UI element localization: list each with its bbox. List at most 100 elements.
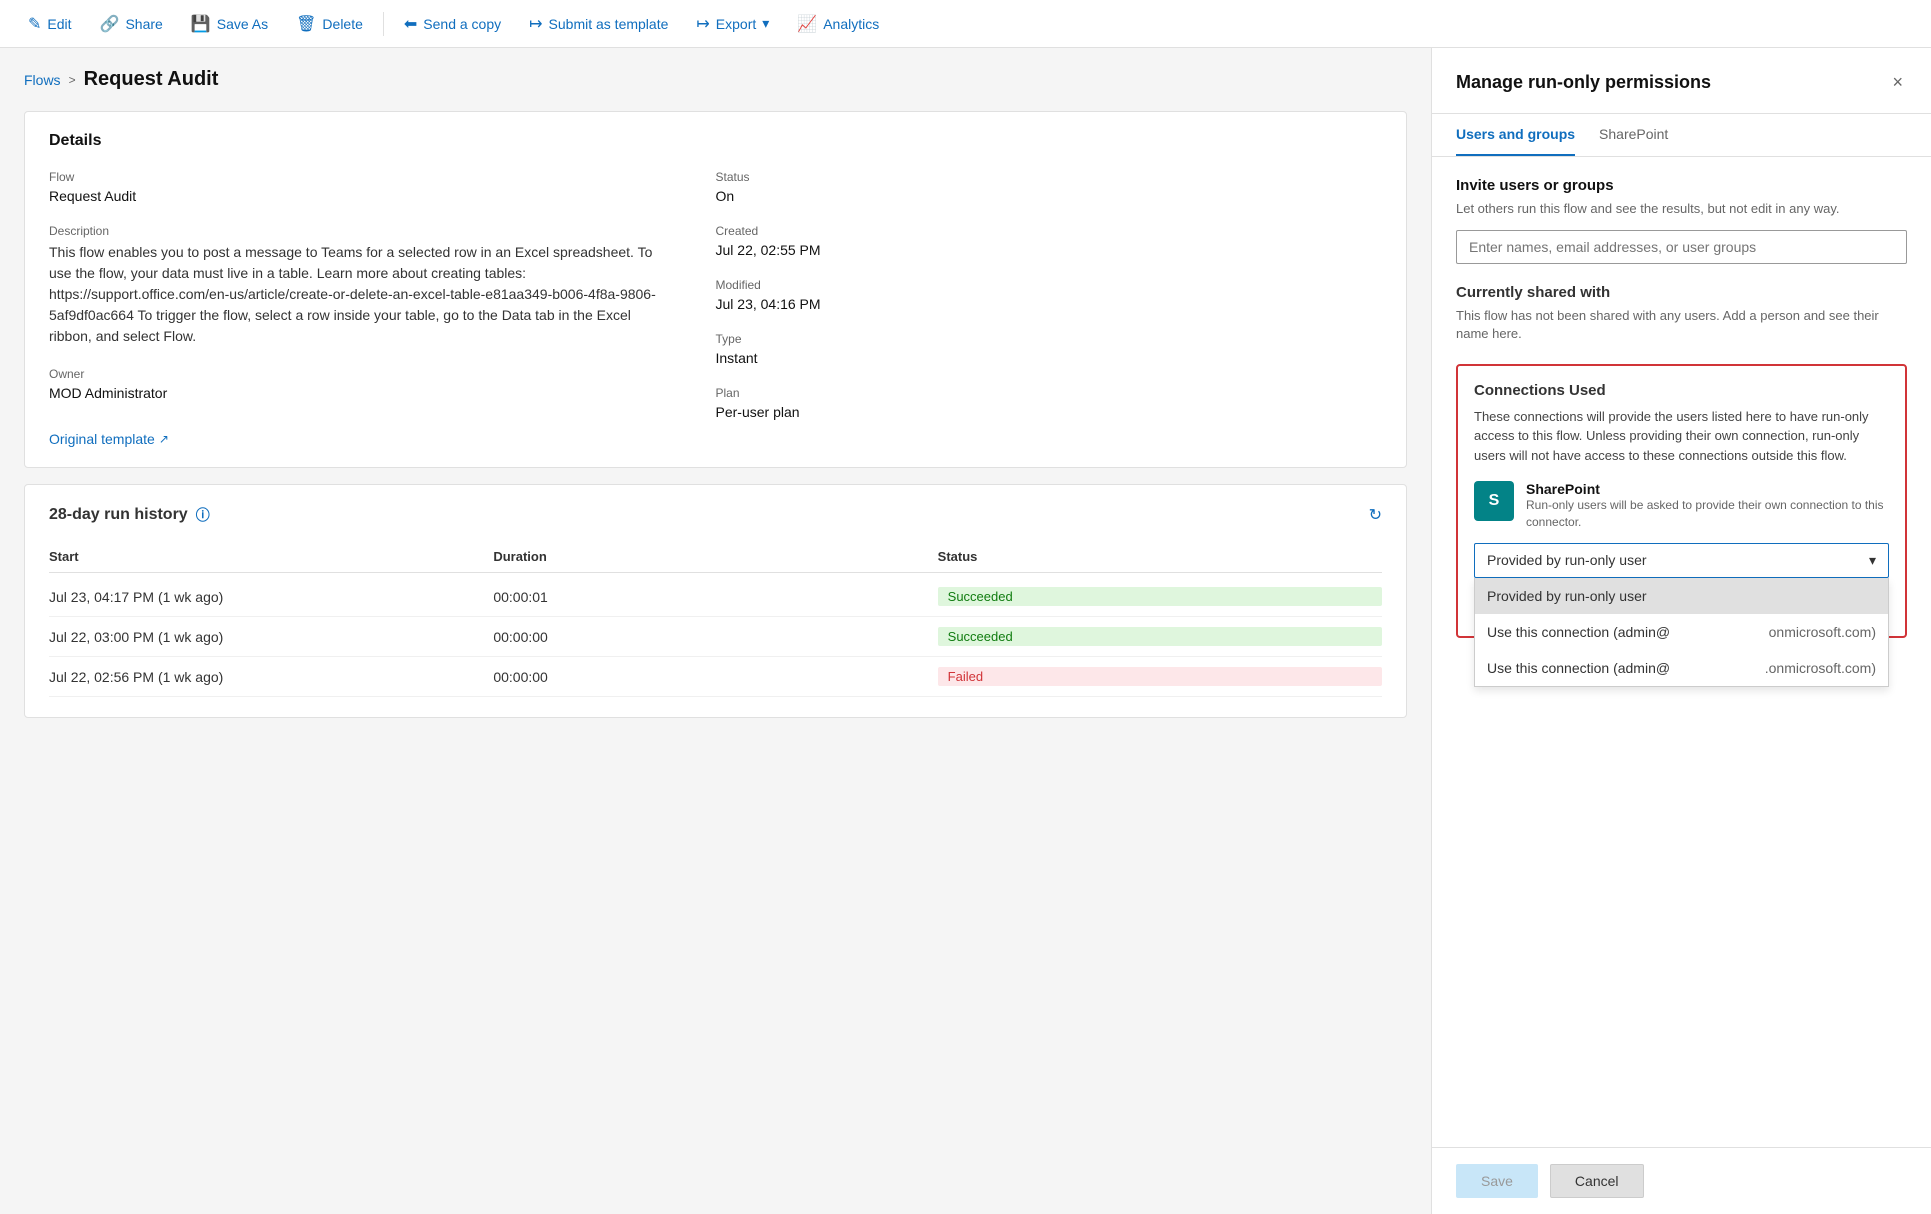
created-value: Jul 22, 02:55 PM (716, 242, 1383, 258)
modified-label: Modified (716, 278, 1383, 292)
share-icon: 🔗 (100, 14, 120, 34)
detail-created: Created Jul 22, 02:55 PM (716, 224, 1383, 258)
col-status: Status (938, 549, 1382, 564)
col-duration: Duration (493, 549, 937, 564)
row2-start: Jul 22, 03:00 PM (1 wk ago) (49, 629, 493, 645)
row1-duration: 00:00:01 (493, 589, 937, 605)
connections-desc: These connections will provide the users… (1474, 407, 1889, 466)
export-button[interactable]: ↦ Export ▾ (684, 6, 781, 42)
col-start: Start (49, 549, 493, 564)
table-row: Jul 22, 03:00 PM (1 wk ago) 00:00:00 Suc… (49, 617, 1382, 657)
run-history-title: 28-day run history ⓘ (49, 505, 210, 525)
details-right: Status On Created Jul 22, 02:55 PM Modif… (716, 170, 1383, 447)
sharepoint-desc: Run-only users will be asked to provide … (1526, 497, 1889, 531)
connections-title: Connections Used (1474, 382, 1889, 399)
breadcrumb-flows[interactable]: Flows (24, 72, 61, 88)
delete-icon: 🗑 (296, 14, 316, 34)
dropdown-option-1[interactable]: Provided by run-only user (1475, 578, 1888, 614)
panel-tabs: Users and groups SharePoint (1432, 114, 1931, 157)
close-button[interactable]: × (1888, 68, 1907, 97)
table-row: Jul 22, 02:56 PM (1 wk ago) 00:00:00 Fai… (49, 657, 1382, 697)
breadcrumb-current: Request Audit (84, 68, 219, 91)
save-button: Save (1456, 1164, 1538, 1198)
details-title: Details (49, 132, 1382, 150)
panel-footer: Save Cancel (1432, 1147, 1931, 1214)
send-copy-button[interactable]: ⬅ Send a copy (392, 6, 513, 42)
connection-info: SharePoint Run-only users will be asked … (1526, 481, 1889, 531)
delete-button[interactable]: 🗑 Delete (284, 6, 375, 42)
toolbar: ✎ Edit 🔗 Share 💾 Save As 🗑 Delete ⬅ Send… (0, 0, 1931, 48)
save-as-button[interactable]: 💾 Save As (179, 6, 280, 42)
send-copy-icon: ⬅ (404, 14, 417, 34)
type-value: Instant (716, 350, 1383, 366)
export-icon: ↦ (696, 14, 709, 34)
invite-title: Invite users or groups (1456, 177, 1907, 194)
flow-value: Request Audit (49, 188, 676, 204)
submit-template-icon: ↦ (529, 14, 542, 34)
chevron-down-icon: ▾ (1869, 552, 1876, 569)
connection-sharepoint: S SharePoint Run-only users will be aske… (1474, 481, 1889, 531)
run-history-card: 28-day run history ⓘ ↻ Start Duration St… (24, 484, 1407, 718)
type-label: Type (716, 332, 1383, 346)
created-label: Created (716, 224, 1383, 238)
detail-modified: Modified Jul 23, 04:16 PM (716, 278, 1383, 312)
separator-1 (383, 12, 384, 36)
details-left: Flow Request Audit Description This flow… (49, 170, 716, 447)
details-card: Details Flow Request Audit Description T… (24, 111, 1407, 468)
row3-duration: 00:00:00 (493, 669, 937, 685)
tab-sharepoint[interactable]: SharePoint (1599, 114, 1668, 156)
table-header: Start Duration Status (49, 541, 1382, 573)
status-badge: Failed (938, 667, 1382, 686)
details-grid: Flow Request Audit Description This flow… (49, 170, 1382, 447)
info-icon: ⓘ (196, 505, 210, 525)
modified-value: Jul 23, 04:16 PM (716, 296, 1383, 312)
status-label: Status (716, 170, 1383, 184)
row1-start: Jul 23, 04:17 PM (1 wk ago) (49, 589, 493, 605)
external-link-icon: ↗ (159, 432, 169, 446)
refresh-icon[interactable]: ↻ (1369, 505, 1382, 525)
invite-desc: Let others run this flow and see the res… (1456, 200, 1907, 218)
side-panel: Manage run-only permissions × Users and … (1431, 48, 1931, 1214)
breadcrumb-separator: > (69, 73, 76, 87)
dropdown-option-2[interactable]: Use this connection (admin@ onmicrosoft.… (1475, 614, 1888, 650)
detail-owner: Owner MOD Administrator (49, 367, 676, 401)
sharepoint-name: SharePoint (1526, 481, 1889, 497)
share-button[interactable]: 🔗 Share (88, 6, 175, 42)
status-badge: Succeeded (938, 587, 1382, 606)
detail-plan: Plan Per-user plan (716, 386, 1383, 420)
owner-label: Owner (49, 367, 676, 381)
plan-label: Plan (716, 386, 1383, 400)
shared-title: Currently shared with (1456, 284, 1907, 301)
panel-header: Manage run-only permissions × (1432, 48, 1931, 114)
dropdown-container: Provided by run-only user ▾ Provided by … (1474, 543, 1889, 578)
status-value: On (716, 188, 1383, 204)
dropdown-option-3[interactable]: Use this connection (admin@ .onmicrosoft… (1475, 650, 1888, 686)
sharepoint-icon: S (1474, 481, 1514, 521)
table-row: Jul 23, 04:17 PM (1 wk ago) 00:00:01 Suc… (49, 577, 1382, 617)
tab-users-groups[interactable]: Users and groups (1456, 114, 1575, 156)
dropdown-trigger[interactable]: Provided by run-only user ▾ (1474, 543, 1889, 578)
edit-icon: ✎ (28, 14, 41, 34)
export-chevron-icon: ▾ (762, 15, 769, 32)
breadcrumb: Flows > Request Audit (24, 68, 1407, 91)
run-history-header: 28-day run history ⓘ ↻ (49, 505, 1382, 525)
submit-template-button[interactable]: ↦ Submit as template (517, 6, 680, 42)
dropdown-options: Provided by run-only user Use this conne… (1474, 578, 1889, 687)
status-badge: Succeeded (938, 627, 1382, 646)
original-template-link[interactable]: Original template ↗ (49, 431, 169, 447)
main-area: Flows > Request Audit Details Flow Reque… (0, 48, 1931, 1214)
detail-type: Type Instant (716, 332, 1383, 366)
description-value: This flow enables you to post a message … (49, 242, 676, 347)
invite-input[interactable] (1456, 230, 1907, 264)
detail-status: Status On (716, 170, 1383, 204)
description-label: Description (49, 224, 676, 238)
left-panel: Flows > Request Audit Details Flow Reque… (0, 48, 1431, 1214)
connections-box: Connections Used These connections will … (1456, 364, 1907, 638)
flow-label: Flow (49, 170, 676, 184)
cancel-button[interactable]: Cancel (1550, 1164, 1644, 1198)
shared-desc: This flow has not been shared with any u… (1456, 307, 1907, 343)
panel-title: Manage run-only permissions (1456, 72, 1711, 93)
analytics-icon: 📈 (797, 14, 817, 34)
edit-button[interactable]: ✎ Edit (16, 6, 84, 42)
analytics-button[interactable]: 📈 Analytics (785, 6, 891, 42)
